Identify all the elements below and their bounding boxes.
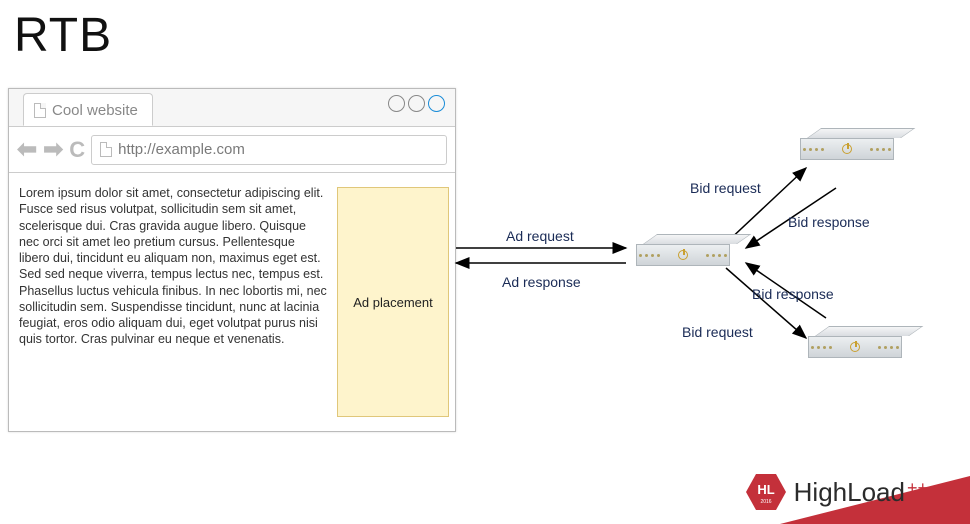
browser-tab: Cool website	[23, 93, 153, 126]
url-text: http://example.com	[118, 141, 245, 158]
hexagon-icon: HL 2016	[746, 474, 786, 510]
window-dot-icon	[408, 95, 425, 112]
browser-mock: Cool website ⬅ ➡ C http://example.com Lo…	[8, 88, 456, 432]
power-icon	[850, 342, 860, 352]
label-ad-response: Ad response	[502, 274, 581, 290]
server-bidder-top	[800, 138, 894, 174]
slide-title: RTB	[14, 8, 112, 63]
brand-text: HighLoad++	[794, 477, 928, 508]
ad-placement: Ad placement	[337, 187, 449, 417]
browser-toolbar: ⬅ ➡ C http://example.com	[9, 127, 455, 173]
label-bid-request-top: Bid request	[690, 180, 761, 196]
power-icon	[842, 144, 852, 154]
page-body-text: Lorem ipsum dolor sit amet, consectetur …	[9, 173, 337, 431]
label-ad-request: Ad request	[506, 228, 574, 244]
server-ad-exchange	[636, 244, 730, 280]
window-controls	[388, 95, 445, 112]
window-dot-icon	[428, 95, 445, 112]
label-bid-response-bottom: Bid response	[752, 286, 834, 302]
svg-text:2016: 2016	[760, 499, 771, 505]
browser-tab-bar: Cool website	[9, 89, 455, 127]
url-bar: http://example.com	[91, 135, 447, 165]
tab-title: Cool website	[52, 102, 138, 119]
reload-icon: C	[69, 137, 85, 163]
power-icon	[678, 250, 688, 260]
rtb-diagram: Ad request Ad response Bid request Bid r…	[456, 88, 966, 432]
document-icon	[100, 142, 112, 157]
label-bid-response-top: Bid response	[788, 214, 870, 230]
forward-icon: ➡	[43, 138, 63, 162]
footer: HL 2016 HighLoad++	[0, 464, 970, 524]
label-bid-request-bottom: Bid request	[682, 324, 753, 340]
server-bidder-bottom	[808, 336, 902, 372]
highload-logo: HL 2016 HighLoad++	[746, 474, 928, 510]
browser-content: Lorem ipsum dolor sit amet, consectetur …	[9, 173, 455, 431]
document-icon	[34, 103, 46, 118]
svg-text:HL: HL	[757, 482, 774, 497]
back-icon: ⬅	[17, 138, 37, 162]
window-dot-icon	[388, 95, 405, 112]
